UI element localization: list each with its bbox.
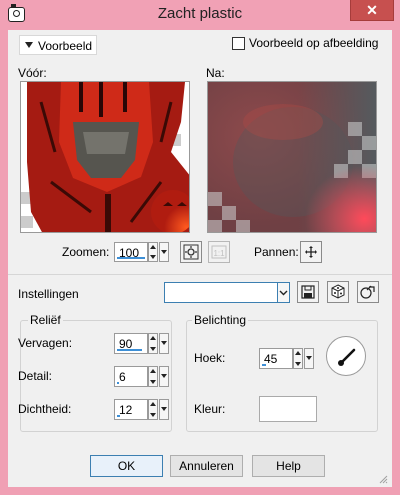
chevron-down-icon <box>279 290 288 296</box>
density-value: 12 <box>119 403 133 417</box>
svg-text:1:1: 1:1 <box>213 249 225 258</box>
detail-value: 6 <box>119 370 126 384</box>
after-label: Na: <box>206 66 225 80</box>
density-spinner[interactable] <box>148 399 158 420</box>
angle-spinner[interactable] <box>293 348 303 369</box>
color-label: Kleur: <box>194 402 226 416</box>
light-color-swatch[interactable] <box>259 396 317 422</box>
close-button[interactable]: ✕ <box>350 0 394 21</box>
blur-label: Vervagen: <box>18 336 73 350</box>
randomize-button[interactable] <box>327 281 349 303</box>
ok-button[interactable]: OK <box>90 455 163 477</box>
zoom-level-bar <box>117 257 145 259</box>
density-dropdown[interactable] <box>159 399 169 420</box>
before-label: Vóór: <box>18 66 47 80</box>
detail-dropdown[interactable] <box>159 366 169 387</box>
blur-input[interactable]: 90 <box>114 333 148 354</box>
zoom-spinner[interactable] <box>148 242 158 262</box>
preview-toggle[interactable]: Voorbeeld <box>19 35 97 55</box>
pan-label: Pannen: <box>254 245 299 259</box>
one-to-one-icon: 1:1 <box>211 245 227 259</box>
preview-on-image-checkbox[interactable] <box>232 37 245 50</box>
detail-label: Detail: <box>18 369 53 383</box>
after-preview[interactable] <box>207 81 377 233</box>
zoom-actual-size-button[interactable]: 1:1 <box>208 241 230 263</box>
zoom-fit-button[interactable] <box>180 241 202 263</box>
zoom-dropdown[interactable] <box>159 242 169 262</box>
help-button[interactable]: Help <box>252 455 325 477</box>
detail-input[interactable]: 6 <box>114 366 148 387</box>
detail-spinner[interactable] <box>148 366 158 387</box>
zoom-fit-icon <box>183 244 199 260</box>
angle-dropdown[interactable] <box>304 348 314 369</box>
cancel-button[interactable]: Annuleren <box>170 455 243 477</box>
dialog-client: Voorbeeld Voorbeeld op afbeelding Vóór: … <box>8 30 392 487</box>
zoom-input[interactable]: 100 <box>114 242 148 262</box>
resize-grip-lines <box>379 475 388 484</box>
blur-level-bar <box>117 349 142 351</box>
pan-button[interactable] <box>300 241 322 263</box>
angle-level-bar <box>262 364 266 366</box>
preview-on-image-label[interactable]: Voorbeeld op afbeelding <box>249 36 378 50</box>
window-title: Zacht plastic <box>157 5 243 22</box>
settings-label: Instellingen <box>18 287 79 301</box>
angle-dial[interactable] <box>326 336 366 376</box>
preset-dropdown[interactable] <box>277 282 290 303</box>
resize-grip-icon[interactable] <box>376 472 388 484</box>
before-preview-image <box>21 82 189 232</box>
reset-button[interactable] <box>357 281 379 303</box>
reset-icon <box>360 285 375 299</box>
density-input[interactable]: 12 <box>114 399 148 420</box>
title-bar[interactable]: Zacht plastic ✕ <box>0 0 400 30</box>
triangle-down-icon <box>25 42 33 48</box>
section-divider <box>8 274 392 275</box>
save-disk-icon <box>301 285 315 299</box>
move-arrows-icon <box>305 246 317 258</box>
blur-dropdown[interactable] <box>159 333 169 354</box>
preview-toggle-label: Voorbeeld <box>38 39 93 53</box>
angle-dial-needle-icon <box>338 348 356 366</box>
density-label: Dichtheid: <box>18 402 72 416</box>
angle-input[interactable]: 45 <box>259 348 293 369</box>
angle-value: 45 <box>264 352 278 366</box>
angle-label: Hoek: <box>194 351 226 365</box>
dice-icon <box>331 284 345 299</box>
relief-group-title: Reliëf <box>28 313 63 327</box>
blur-spinner[interactable] <box>148 333 158 354</box>
preset-select[interactable] <box>164 282 278 303</box>
detail-level-bar <box>117 382 119 384</box>
save-preset-button[interactable] <box>297 281 319 303</box>
density-level-bar <box>117 415 120 417</box>
dialog-window: Zacht plastic ✕ Voorbeeld Voorbeeld op a… <box>0 0 400 495</box>
lighting-group-title: Belichting <box>192 313 249 327</box>
after-preview-image <box>208 82 376 232</box>
before-preview[interactable] <box>20 81 190 233</box>
zoom-label: Zoomen: <box>62 245 110 259</box>
